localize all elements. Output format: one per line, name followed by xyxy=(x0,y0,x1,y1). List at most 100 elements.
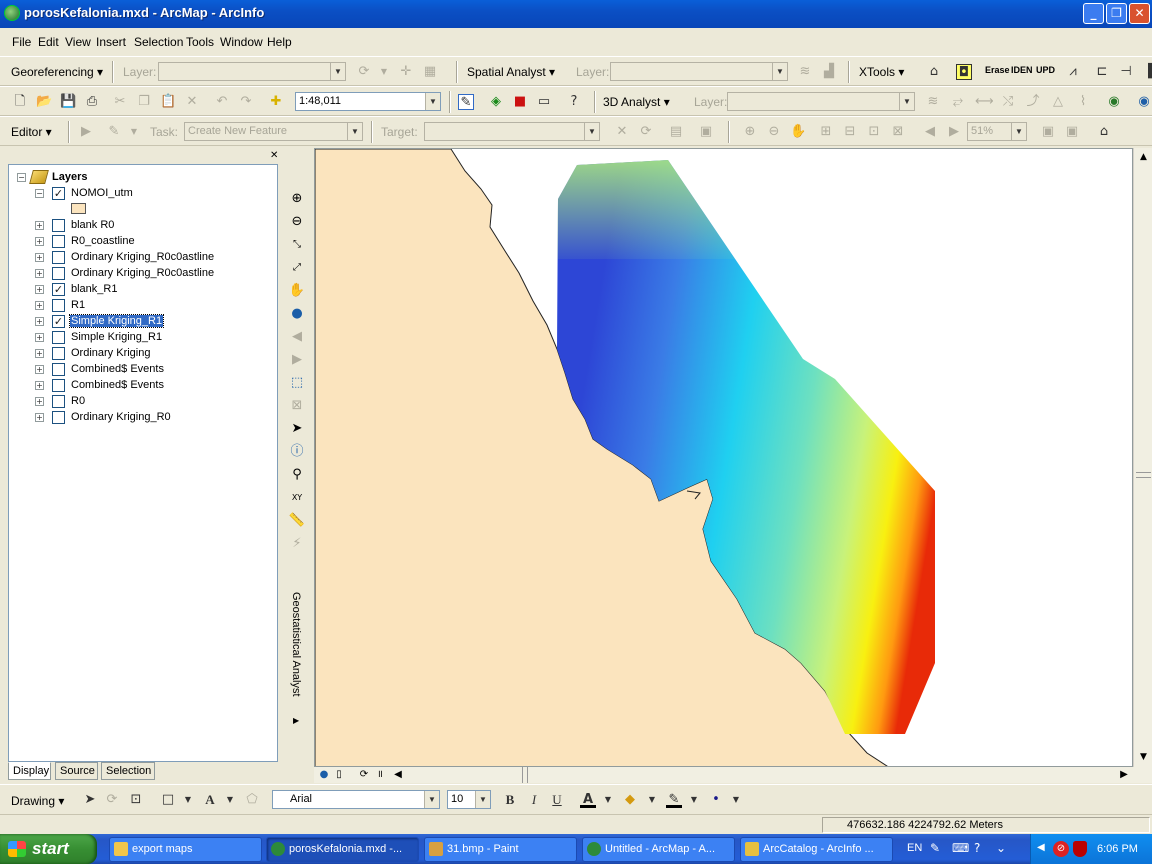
editor-menu[interactable]: Editor ▾ xyxy=(11,125,52,139)
clear-selection-icon[interactable]: ⊠ xyxy=(288,397,306,415)
italic-button[interactable]: I xyxy=(526,792,542,808)
scroll-right-icon[interactable]: ▶ xyxy=(1118,767,1130,783)
full-extent-icon[interactable]: ● xyxy=(288,305,306,323)
split-icon[interactable]: ⩘ xyxy=(1065,64,1081,80)
dropdown-arrow-icon[interactable]: ▼ xyxy=(728,792,744,808)
zoom-whole-page-icon[interactable]: ⊡ xyxy=(866,124,882,140)
pan-icon[interactable]: ✋ xyxy=(288,282,306,300)
symbol-swatch[interactable] xyxy=(71,203,86,214)
keyboard-icon[interactable]: ⌨ xyxy=(952,841,969,855)
layer-item-selected[interactable]: Simple Kriging_R1 xyxy=(68,314,165,328)
sketch-tool-icon[interactable]: ✎ xyxy=(106,124,122,140)
sketch-properties-icon[interactable]: ▣ xyxy=(698,124,714,140)
menu-tools[interactable]: Tools xyxy=(186,35,214,49)
close-icon[interactable]: ✕ xyxy=(270,150,278,161)
fill-color-icon[interactable]: ◆ xyxy=(622,792,638,808)
expand-icon[interactable]: + xyxy=(35,381,44,390)
dropdown-arrow-icon[interactable]: ▼ xyxy=(686,792,702,808)
chevron-right-icon[interactable]: ▶ xyxy=(293,716,299,725)
identity-tool[interactable]: IDEN xyxy=(1011,65,1033,75)
layer-item[interactable]: Ordinary Kriging_R0 xyxy=(71,411,171,423)
layer-checkbox[interactable] xyxy=(52,251,65,264)
data-view-icon[interactable]: ● xyxy=(318,767,330,783)
layer-checkbox[interactable] xyxy=(52,331,65,344)
font-combo[interactable]: Arial ▼ xyxy=(272,790,440,809)
dropdown-arrow-icon[interactable]: ▼ xyxy=(126,124,142,140)
xtools-menu[interactable]: XTools ▾ xyxy=(859,65,904,79)
dropdown-arrow-icon[interactable]: ▼ xyxy=(180,792,196,808)
scroll-left-icon[interactable]: ◀ xyxy=(392,767,404,783)
zoom-percent-combo[interactable]: 51% ▼ xyxy=(967,122,1027,141)
save-icon[interactable]: 💾 xyxy=(60,94,76,110)
layer-item[interactable]: R0_coastline xyxy=(71,235,135,247)
layer-checkbox[interactable] xyxy=(52,411,65,424)
expand-icon[interactable]: + xyxy=(35,397,44,406)
add-control-points-icon[interactable]: ✛ xyxy=(398,64,414,80)
intersect-icon[interactable]: ◘ xyxy=(956,64,972,80)
find-icon[interactable]: ⚲ xyxy=(288,466,306,484)
attributes-icon[interactable]: ▤ xyxy=(668,124,684,140)
menu-view[interactable]: View xyxy=(65,35,91,49)
layer-item[interactable]: Ordinary Kriging xyxy=(71,347,150,359)
expand-icon[interactable]: + xyxy=(35,253,44,262)
3d-layer-combo[interactable]: ▼ xyxy=(727,92,915,111)
forward-icon[interactable]: ▶ xyxy=(288,351,306,369)
layer-checkbox[interactable]: ✓ xyxy=(52,283,65,296)
scroll-down-icon[interactable]: ▼ xyxy=(1136,750,1151,765)
refresh-icon[interactable]: ⟳ xyxy=(358,767,370,783)
expand-icon[interactable]: + xyxy=(35,237,44,246)
3d-analyst-menu[interactable]: 3D Analyst ▾ xyxy=(603,95,670,109)
delete-icon[interactable]: ✕ xyxy=(184,94,200,110)
language-indicator[interactable]: EN xyxy=(907,842,922,854)
zoom-100-icon[interactable]: ⊠ xyxy=(890,124,906,140)
menu-insert[interactable]: Insert xyxy=(96,35,126,49)
show-hidden-icons-icon[interactable]: ◀ xyxy=(1037,842,1045,853)
toolbox-icon[interactable]: ⌂ xyxy=(926,64,942,80)
redo-icon[interactable]: ↷ xyxy=(238,94,254,110)
layer-item[interactable]: blank R0 xyxy=(71,219,114,231)
update-tool[interactable]: UPD xyxy=(1036,65,1055,75)
copy-icon[interactable]: ❐ xyxy=(136,94,152,110)
edit-tool-icon[interactable]: ▶ xyxy=(78,124,94,140)
back-icon[interactable]: ◀ xyxy=(288,328,306,346)
line-color-icon[interactable]: ✎ xyxy=(666,792,682,808)
layer-item[interactable]: blank_R1 xyxy=(71,283,117,295)
contour-icon[interactable]: ≋ xyxy=(925,94,941,110)
layer-checkbox[interactable] xyxy=(52,235,65,248)
taskbar-item[interactable]: 31.bmp - Paint xyxy=(424,837,577,862)
clip-icon[interactable]: ⊏ xyxy=(1094,64,1110,80)
font-color-icon[interactable]: A xyxy=(580,792,596,808)
split-tool-icon[interactable]: ✕ xyxy=(614,124,630,140)
identify-icon[interactable]: ⓘ xyxy=(288,443,306,461)
layer-item[interactable]: NOMOI_utm xyxy=(71,187,133,199)
expand-icon[interactable]: + xyxy=(35,365,44,374)
expand-icon[interactable]: + xyxy=(35,317,44,326)
layer-checkbox[interactable] xyxy=(52,267,65,280)
new-document-icon[interactable]: 🗋 xyxy=(12,94,28,110)
paste-icon[interactable]: 📋 xyxy=(160,94,176,110)
link-table-icon[interactable]: ▦ xyxy=(422,64,438,80)
contour-icon[interactable]: ≋ xyxy=(797,64,813,80)
taskbar-item[interactable]: ArcCatalog - ArcInfo ... xyxy=(740,837,893,862)
layer-checkbox[interactable] xyxy=(52,299,65,312)
layer-item[interactable]: Ordinary Kriging_R0c0astline xyxy=(71,267,214,279)
change-layout-icon[interactable]: ⌂ xyxy=(1096,124,1112,140)
pause-drawing-icon[interactable]: ॥ xyxy=(374,767,386,783)
add-data-icon[interactable]: ✚ xyxy=(268,94,284,110)
layer-checkbox[interactable]: ✓ xyxy=(52,315,65,328)
language-bar-options-icon[interactable]: ⌄ xyxy=(996,841,1006,855)
target-combo[interactable]: ▼ xyxy=(424,122,600,141)
rotate-tool-icon[interactable]: ⟳ xyxy=(638,124,654,140)
expand-icon[interactable]: + xyxy=(35,333,44,342)
h-scroll-thumb[interactable] xyxy=(522,767,528,783)
antivirus-icon[interactable]: ⊘ xyxy=(1053,841,1069,857)
rotate-icon[interactable]: ⟳ xyxy=(356,64,372,80)
spatial-layer-combo[interactable]: ▼ xyxy=(610,62,788,81)
more-tools-icon[interactable]: ▐ xyxy=(1140,64,1152,80)
layer-item[interactable]: Simple Kriging_R1 xyxy=(71,331,162,343)
geostatistical-analyst-label[interactable]: Geostatistical Analyst xyxy=(285,592,307,712)
arcscene-icon[interactable]: ◉ xyxy=(1106,94,1122,110)
scroll-thumb[interactable] xyxy=(1136,472,1151,478)
edit-vertices-icon[interactable]: ⬠ xyxy=(244,792,260,808)
spatial-analyst-menu[interactable]: Spatial Analyst ▾ xyxy=(467,65,555,79)
